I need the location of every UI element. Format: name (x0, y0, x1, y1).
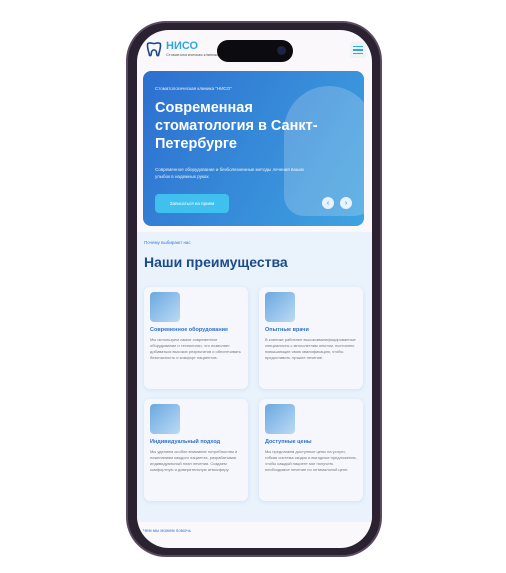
advantage-card: Индивидуальный подход Мы уделяем особое … (144, 399, 248, 501)
card-text: Мы предлагаем доступные цены на услуги, … (265, 449, 357, 472)
card-text: Мы уделяем особое внимание потребностям … (150, 449, 238, 472)
book-appointment-button[interactable]: Записаться на прием (155, 194, 229, 213)
menu-button[interactable] (350, 42, 366, 58)
advantage-card: Современное оборудование Мы используем с… (144, 287, 248, 389)
doctors-image (265, 292, 295, 322)
card-text: Мы используем самое современное оборудов… (150, 337, 241, 360)
hero-eyebrow: Стоматологическая клиника "НИСО" (155, 86, 232, 91)
prev-slide-button[interactable]: ‹ (322, 197, 334, 209)
next-slide-button[interactable]: › (340, 197, 352, 209)
logo[interactable]: НИСО Стоматологическая клиника (145, 40, 219, 58)
advantages-title: Наши преимущества (144, 254, 288, 270)
equipment-image (150, 292, 180, 322)
brand-name: НИСО (166, 40, 199, 52)
phone-screen: НИСО Стоматологическая клиника Стоматоло… (137, 30, 372, 548)
advantages-section: Почему выбирают нас Наши преимущества Со… (137, 232, 372, 522)
card-title: Доступные цены (265, 439, 312, 445)
camera-icon (277, 46, 286, 55)
patient-image (265, 404, 295, 434)
services-eyebrow: Чем мы можем помочь (143, 528, 191, 533)
tooth-logo-icon (146, 41, 162, 57)
hero-title: Современная стоматология в Санкт-Петербу… (155, 100, 318, 152)
brand-tagline: Стоматологическая клиника (166, 52, 219, 57)
hero-description: Современное оборудование и безболезненны… (155, 167, 305, 179)
hero-banner: Стоматологическая клиника "НИСО" Совреме… (143, 71, 364, 226)
card-text: В клинике работают высококвалифицированн… (265, 337, 356, 360)
card-title: Современное оборудование (150, 327, 229, 333)
advantage-card: Опытные врачи В клинике работают высокок… (259, 287, 363, 389)
card-title: Опытные врачи (265, 327, 309, 333)
advantages-eyebrow: Почему выбирают нас (144, 240, 191, 245)
advantage-card: Доступные цены Мы предлагаем доступные ц… (259, 399, 363, 501)
consultation-image (150, 404, 180, 434)
card-title: Индивидуальный подход (150, 439, 221, 445)
